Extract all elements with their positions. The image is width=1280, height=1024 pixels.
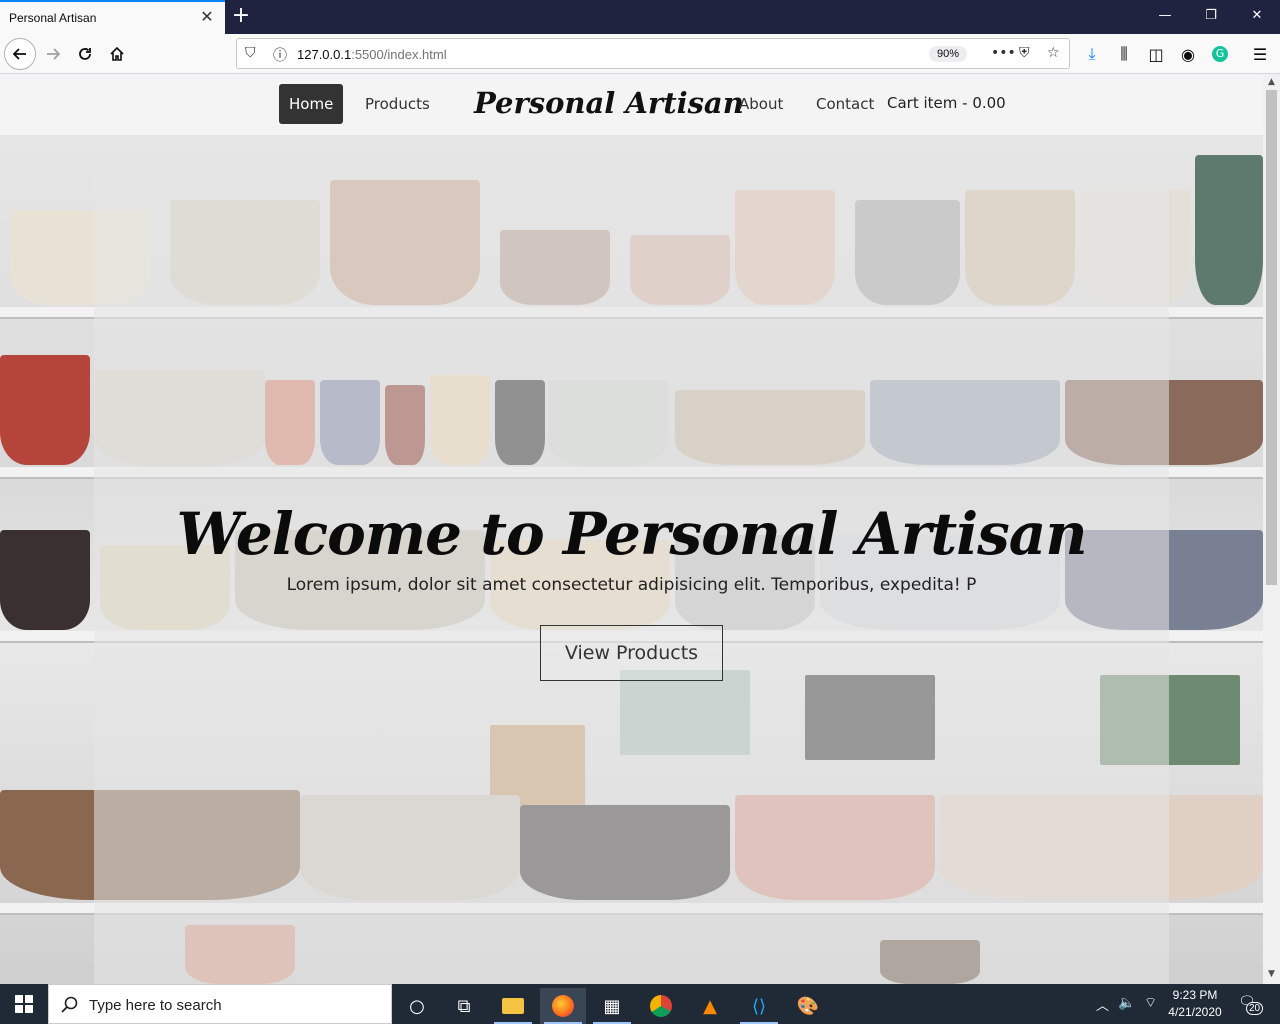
cart-summary[interactable]: Cart item - 0.00	[887, 94, 1006, 112]
scroll-thumb[interactable]	[1266, 90, 1277, 585]
view-products-button[interactable]: View Products	[540, 625, 723, 681]
home-icon	[110, 46, 124, 61]
search-placeholder: Type here to search	[89, 997, 222, 1014]
task-view-icon[interactable]: ⧉	[441, 988, 487, 1024]
reload-icon	[79, 48, 91, 60]
tab-title: Personal Artisan	[9, 11, 97, 25]
back-button[interactable]	[4, 38, 36, 70]
nav-contact-link[interactable]: Contact	[806, 84, 884, 124]
start-button[interactable]	[0, 984, 48, 1024]
taskbar-clock[interactable]: 9:23 PM 4/21/2020	[1160, 987, 1230, 1021]
vscode-icon[interactable]: ⟨⟩	[736, 988, 782, 1024]
notification-count: 20	[1246, 1002, 1264, 1015]
scroll-up-icon[interactable]: ▲	[1266, 77, 1277, 87]
nav-about-link[interactable]: About	[729, 84, 793, 124]
page-actions-icon[interactable]: •••	[991, 45, 1016, 61]
hero-title: Welcome to Personal Artisan	[176, 500, 1087, 568]
back-arrow-icon	[12, 48, 26, 60]
downloads-icon[interactable]: ⤓	[1077, 39, 1107, 69]
volume-icon[interactable]: 🔈	[1118, 994, 1135, 1011]
firefox-icon[interactable]	[540, 988, 586, 1024]
pocket-icon[interactable]: ⛨	[1019, 45, 1030, 61]
clock-date: 4/21/2020	[1168, 1005, 1222, 1019]
chrome-icon[interactable]	[638, 988, 684, 1024]
shield-icon[interactable]: ⛉	[245, 45, 256, 61]
calculator-icon[interactable]: ▦	[589, 988, 635, 1024]
grammarly-icon[interactable]: G	[1205, 39, 1235, 69]
browser-tab[interactable]: Personal Artisan ✕	[0, 0, 225, 34]
forward-button[interactable]	[38, 39, 68, 69]
minimize-button[interactable]: —	[1142, 0, 1188, 32]
close-window-button[interactable]: ✕	[1234, 0, 1280, 32]
browser-title-bar: Personal Artisan ✕ + — ❐ ✕	[0, 0, 1280, 34]
zoom-level[interactable]: 90%	[929, 46, 967, 62]
account-icon[interactable]: ◉	[1173, 39, 1203, 69]
info-icon[interactable]: ⓘ	[273, 45, 287, 65]
search-icon	[61, 996, 78, 1013]
taskbar-search[interactable]: Type here to search	[48, 984, 392, 1024]
wifi-icon[interactable]: ⌔	[1144, 994, 1157, 1012]
tab-close-icon[interactable]: ✕	[198, 9, 216, 27]
cortana-icon[interactable]: ○	[394, 988, 440, 1024]
forward-arrow-icon	[47, 48, 61, 60]
hero-section: Welcome to Personal Artisan Lorem ipsum,…	[0, 135, 1263, 984]
vlc-icon[interactable]: ▲	[687, 988, 733, 1024]
page-viewport: Home Products Personal Artisan About Con…	[0, 74, 1263, 984]
library-icon[interactable]: ⫼	[1109, 39, 1139, 69]
paint-icon[interactable]: 🎨	[785, 988, 831, 1024]
hero-subtitle: Lorem ipsum, dolor sit amet consectetur …	[286, 575, 977, 595]
site-navbar: Home Products Personal Artisan About Con…	[0, 74, 1263, 135]
notification-icon[interactable]: 🗨 20	[1238, 993, 1264, 1015]
url-bar[interactable]: ⛉ ⓘ 127.0.0.1:5500/index.html 90% ••• ⛨ …	[236, 38, 1070, 69]
tray-chevron-icon[interactable]: ︿	[1096, 995, 1109, 1014]
menu-icon[interactable]: ☰	[1245, 39, 1275, 69]
browser-toolbar: ⛉ ⓘ 127.0.0.1:5500/index.html 90% ••• ⛨ …	[0, 34, 1280, 74]
new-tab-button[interactable]: +	[231, 5, 251, 27]
nav-home-link[interactable]: Home	[279, 84, 344, 124]
sidebar-icon[interactable]: ◫	[1141, 39, 1171, 69]
url-text[interactable]: 127.0.0.1:5500/index.html	[297, 47, 447, 62]
scroll-down-icon[interactable]: ▼	[1266, 969, 1277, 979]
file-explorer-icon[interactable]	[490, 988, 536, 1024]
reload-button[interactable]	[70, 39, 100, 69]
bookmark-star-icon[interactable]: ☆	[1047, 45, 1060, 61]
home-button[interactable]	[102, 39, 132, 69]
clock-time: 9:23 PM	[1172, 988, 1218, 1002]
page-scrollbar[interactable]: ▲ ▼	[1263, 74, 1280, 984]
windows-taskbar: Type here to search ○ ⧉ ▦ ▲ ⟨⟩ 🎨 ︿ 🔈 ⌔ 9…	[0, 984, 1280, 1024]
windows-logo-icon	[15, 995, 33, 1013]
site-brand[interactable]: Personal Artisan	[474, 86, 744, 120]
nav-products-link[interactable]: Products	[355, 84, 440, 124]
restore-button[interactable]: ❐	[1188, 0, 1234, 32]
